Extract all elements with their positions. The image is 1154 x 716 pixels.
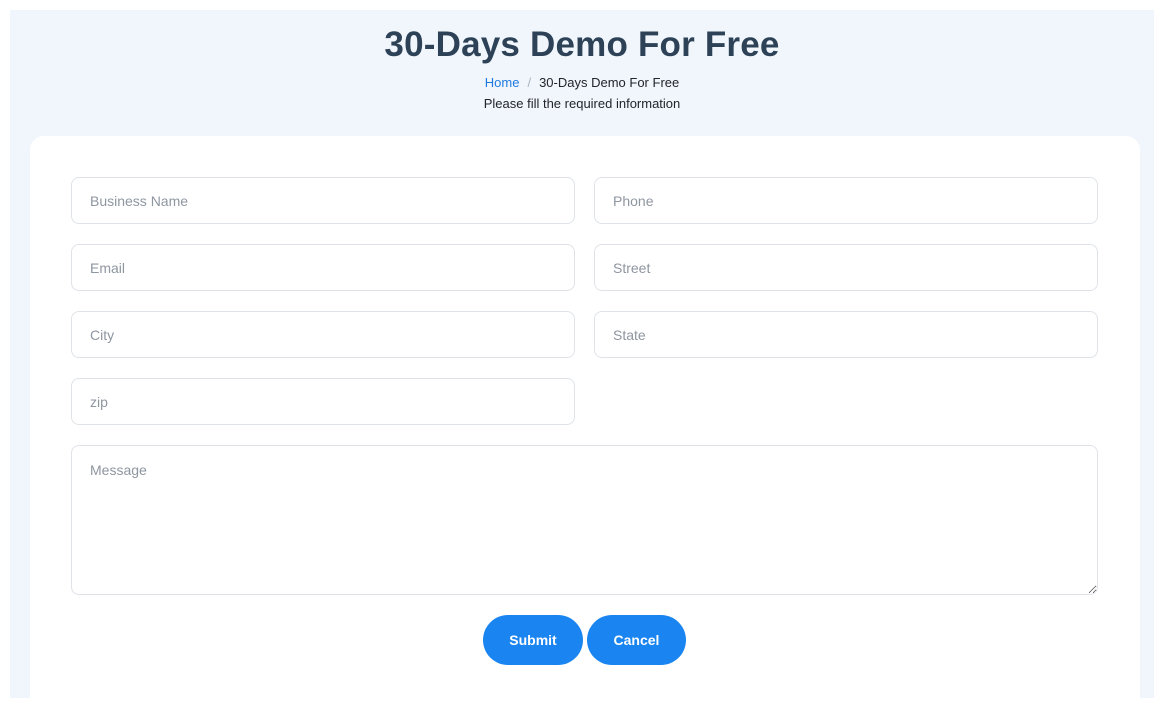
email-input[interactable]: [71, 244, 575, 291]
demo-form: Submit Cancel: [30, 136, 1140, 716]
street-input[interactable]: [594, 244, 1098, 291]
city-input[interactable]: [71, 311, 575, 358]
cancel-button[interactable]: Cancel: [587, 615, 686, 665]
breadcrumb-separator: /: [527, 75, 532, 90]
page-title: 30-Days Demo For Free: [384, 25, 780, 64]
breadcrumb: Home / 30-Days Demo For Free: [10, 75, 1154, 90]
message-textarea[interactable]: [71, 445, 1098, 595]
form-instruction: Please fill the required information: [483, 96, 681, 111]
breadcrumb-current: 30-Days Demo For Free: [539, 75, 680, 90]
zip-input[interactable]: [71, 378, 575, 425]
page-background: 30-Days Demo For Free Home / 30-Days Demo …: [10, 10, 1154, 716]
page-header: 30-Days Demo For Free Home / 30-Days Demo …: [10, 10, 1154, 136]
business-name-input[interactable]: [71, 177, 575, 224]
breadcrumb-home-link[interactable]: Home: [485, 75, 520, 90]
state-input[interactable]: [594, 311, 1098, 358]
submit-button[interactable]: Submit: [483, 615, 583, 665]
phone-input[interactable]: [594, 177, 1098, 224]
